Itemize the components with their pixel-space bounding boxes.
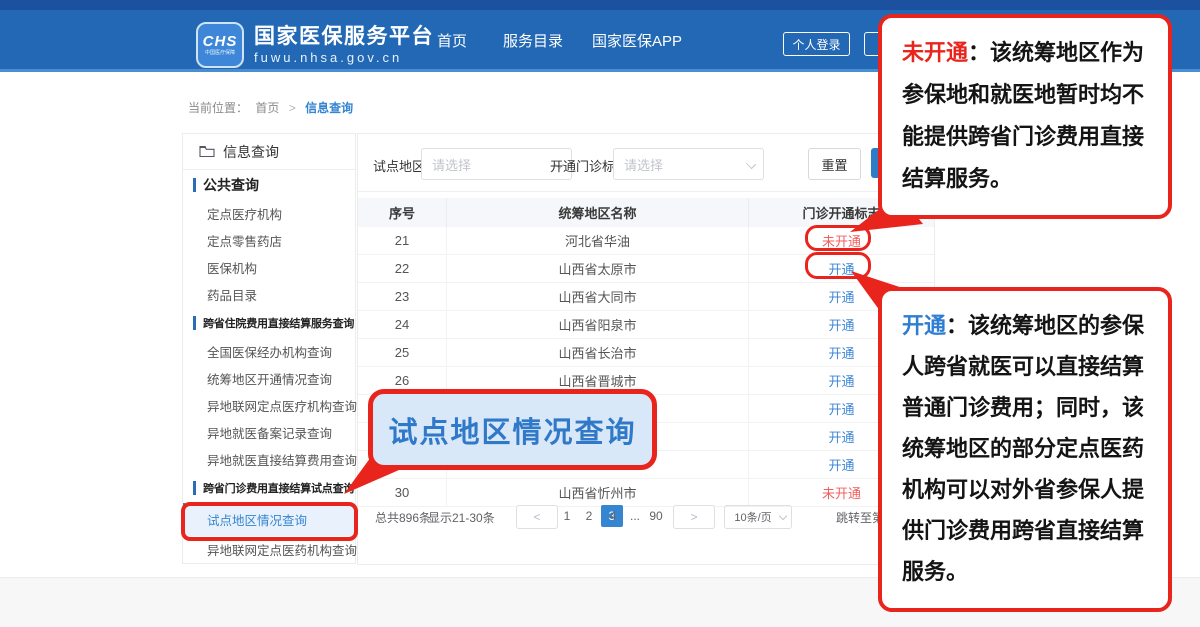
- open-badge-highlight-ring: [805, 252, 871, 279]
- closed-status-note: 未开通：该统筹地区作为参保地和就医地暂时均不能提供跨省门诊费用直接结算服务。: [878, 14, 1172, 219]
- cell-region: 山西省阳泉市: [447, 311, 749, 338]
- sidebar-root-label: 信息查询: [223, 143, 279, 160]
- cell-seq: 23: [358, 283, 447, 310]
- chevron-down-icon: [778, 511, 788, 521]
- filter-divider: [358, 191, 934, 192]
- table-row: 25 山西省长治市 开通: [358, 339, 934, 367]
- col-region-name: 统筹地区名称: [447, 198, 749, 227]
- section-marker: [193, 316, 196, 330]
- nav-service-catalog[interactable]: 服务目录: [503, 30, 563, 51]
- sidebar-item-designated-pharmacies[interactable]: 定点零售药店: [183, 227, 355, 254]
- pagination-total: 总共896条: [375, 511, 432, 525]
- sidebar-group-outpatient-pilot: 跨省门诊费用直接结算试点查询: [183, 473, 355, 503]
- cell-region: 山西省大同市: [447, 283, 749, 310]
- nav-app[interactable]: 国家医保APP: [592, 30, 682, 51]
- table-header: 序号 统筹地区名称 门诊开通标志: [358, 198, 934, 227]
- sidebar-item-designated-hospitals[interactable]: 定点医疗机构: [183, 200, 355, 227]
- section-marker: [193, 481, 196, 495]
- open-term: 开通: [902, 313, 947, 338]
- nav-home[interactable]: 首页: [437, 30, 467, 51]
- site-logo[interactable]: CHS 中国医疗保障 国家医保服务平台 fuwu.nhsa.gov.cn: [196, 22, 434, 68]
- open-body: ：该统筹地区的参保人跨省就医可以直接结算普通门诊费用；同时，该统筹地区的部分定点…: [902, 313, 1145, 584]
- jump-to-page-label: 跳转至第: [836, 511, 885, 525]
- personal-login-button[interactable]: 个人登录: [783, 32, 850, 56]
- pilot-region-callout: 试点地区情况查询: [368, 389, 657, 470]
- breadcrumb-prefix: 当前位置：: [188, 101, 249, 115]
- callout-label: 试点地区情况查询: [388, 416, 637, 449]
- main-panel: 试点地区 请选择 开通门诊标志 请选择 重置 序号 统筹地区名称 门诊开通标志 …: [357, 133, 935, 565]
- cell-seq: 24: [358, 311, 447, 338]
- sidebar-item-highlight-ring: [181, 502, 358, 541]
- sidebar-group-public: 公共查询: [183, 170, 355, 200]
- breadcrumb-current: 信息查询: [305, 101, 354, 115]
- section-marker: [193, 178, 196, 192]
- sidebar-item-filing-records-query[interactable]: 异地就医备案记录查询: [183, 419, 355, 446]
- page-number-2[interactable]: 2: [578, 505, 600, 527]
- logo-badge-text: CHS: [202, 33, 238, 50]
- sidebar-item-networked-hospitals-query[interactable]: 异地联网定点医疗机构查询: [183, 392, 357, 419]
- table-row: 23 山西省大同市 开通: [358, 283, 934, 311]
- sidebar-item-drug-catalog[interactable]: 药品目录: [183, 281, 355, 308]
- page-size-value: 10条/页: [734, 512, 772, 524]
- sidebar: 信息查询 公共查询 定点医疗机构 定点零售药店 医保机构 药品目录 跨省住院费用…: [182, 133, 357, 564]
- header-top-strip: [0, 0, 1200, 10]
- closed-badge-highlight-ring: [805, 225, 871, 251]
- cell-region: 山西省长治市: [447, 339, 749, 366]
- sidebar-item-insurance-agencies[interactable]: 医保机构: [183, 254, 355, 281]
- sidebar-group-title: 公共查询: [203, 177, 259, 193]
- prev-page-button[interactable]: <: [516, 505, 558, 529]
- filter-region-label: 试点地区: [373, 159, 426, 174]
- page: CHS 中国医疗保障 国家医保服务平台 fuwu.nhsa.gov.cn 首页 …: [0, 0, 1200, 627]
- logo-badge-subtext: 中国医疗保障: [204, 50, 235, 56]
- cell-seq: 21: [358, 227, 447, 254]
- col-seq: 序号: [358, 198, 447, 227]
- sidebar-item-settlement-fee-query[interactable]: 异地就医直接结算费用查询: [183, 446, 357, 473]
- next-page-button[interactable]: >: [673, 505, 715, 529]
- breadcrumb: 当前位置： 首页 > 信息查询: [188, 99, 353, 116]
- page-number-4[interactable]: 4: [602, 505, 624, 527]
- sidebar-root[interactable]: 信息查询: [183, 134, 355, 170]
- table-row: 24 山西省阳泉市 开通: [358, 311, 934, 339]
- filter-region-placeholder: 请选择: [432, 157, 472, 173]
- folder-icon: [199, 145, 215, 158]
- closed-term: 未开通: [902, 40, 969, 65]
- chevron-down-icon: [745, 158, 757, 170]
- breadcrumb-home[interactable]: 首页: [255, 101, 279, 115]
- site-url: fuwu.nhsa.gov.cn: [254, 49, 403, 65]
- cell-region: 河北省华油: [447, 227, 749, 254]
- breadcrumb-separator: >: [288, 101, 296, 115]
- sidebar-group-title: 跨省住院费用直接结算服务查询: [203, 318, 355, 330]
- site-title-block: 国家医保服务平台 fuwu.nhsa.gov.cn: [254, 25, 434, 66]
- sidebar-item-national-agencies-query[interactable]: 全国医保经办机构查询: [183, 338, 355, 365]
- logo-icon: CHS 中国医疗保障: [196, 22, 244, 68]
- cell-seq: 22: [358, 255, 447, 282]
- sidebar-item-region-open-status-query[interactable]: 统筹地区开通情况查询: [183, 365, 355, 392]
- filter-flag-placeholder: 请选择: [624, 157, 664, 173]
- open-status-note: 开通：该统筹地区的参保人跨省就医可以直接结算普通门诊费用；同时，该统筹地区的部分…: [878, 287, 1172, 612]
- site-title: 国家医保服务平台: [254, 24, 434, 48]
- cell-region: 山西省太原市: [447, 255, 749, 282]
- sidebar-group-inpatient: 跨省住院费用直接结算服务查询: [183, 308, 355, 338]
- sidebar-group-title: 跨省门诊费用直接结算试点查询: [203, 483, 355, 495]
- pagination: 总共896条 显示21-30条 < 1 2 3 4 ... 90 > 10条/页…: [358, 502, 934, 530]
- filter-flag-select[interactable]: 请选择: [613, 148, 764, 180]
- page-size-select[interactable]: 10条/页: [724, 505, 792, 529]
- reset-button[interactable]: 重置: [808, 148, 861, 180]
- pagination-range: 显示21-30条: [428, 511, 495, 525]
- cell-seq: 25: [358, 339, 447, 366]
- page-number-1[interactable]: 1: [556, 505, 578, 527]
- page-number-90[interactable]: 90: [642, 505, 670, 527]
